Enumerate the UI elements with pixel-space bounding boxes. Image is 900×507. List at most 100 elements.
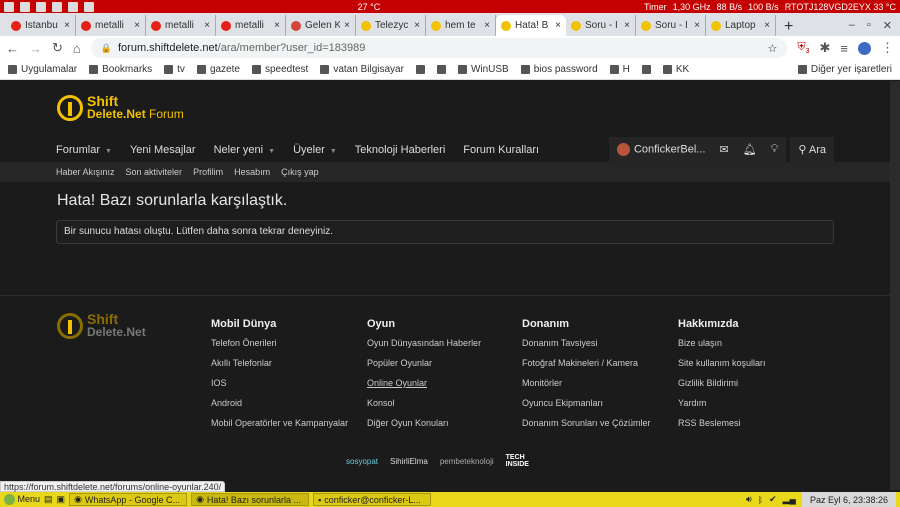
user-menu[interactable]: ConfickerBel...	[616, 143, 705, 156]
footer-link[interactable]: Mobil Operatörler ve Kampanyalar	[211, 418, 348, 428]
footer-link[interactable]: IOS	[211, 378, 348, 388]
clock[interactable]: Paz Eyl 6, 23:38:26	[801, 492, 896, 507]
tab[interactable]: Laptop ×	[706, 15, 776, 36]
media-icon[interactable]: ≡	[840, 41, 848, 56]
extension-shield-icon[interactable]: ⛨3	[797, 41, 809, 55]
footer-link[interactable]: Donanım Tavsiyesi	[522, 338, 651, 348]
footer-link[interactable]: Monitörler	[522, 378, 651, 388]
tab[interactable]: metalli ×	[76, 15, 146, 36]
new-tab-button[interactable]: +	[776, 18, 801, 36]
bookmark[interactable]: Uygulamalar	[8, 64, 77, 75]
subnav-link[interactable]: Profilim	[193, 167, 223, 177]
bookmark[interactable]: bios password	[520, 64, 598, 75]
footer-link[interactable]: RSS Beslemesi	[678, 418, 766, 428]
nav-item[interactable]: Forum Kuralları	[463, 144, 539, 156]
tab[interactable]: metalli ×	[216, 15, 286, 36]
terminal-icon[interactable]: ▣	[57, 494, 66, 505]
bookmark[interactable]: gazete	[196, 64, 240, 75]
tab[interactable]: Soru - I ×	[566, 15, 636, 36]
footer-link[interactable]: Bize ulaşın	[678, 338, 766, 348]
bookmark[interactable]: Bookmarks	[89, 64, 152, 75]
launcher-icon[interactable]	[4, 1, 14, 12]
volume-icon[interactable]: 🔊︎	[746, 494, 752, 505]
nav-item[interactable]: Yeni Mesajlar	[130, 144, 196, 156]
timer[interactable]: Timer	[644, 2, 667, 12]
footer-link[interactable]: Site kullanım koşulları	[678, 358, 766, 368]
other-bookmarks[interactable]: Diğer yer işaretleri	[797, 64, 892, 75]
url-input[interactable]: 🔒 forum.shiftdelete.net/ara/member?user_…	[90, 38, 788, 58]
scrollbar[interactable]	[890, 81, 900, 490]
task-forum[interactable]: ◉ Hata! Bazı sorunlarla ...	[191, 493, 310, 506]
footer-link[interactable]: Donanım Sorunları ve Çözümler	[522, 418, 651, 428]
footer-link[interactable]: Online Oyunlar	[367, 378, 481, 388]
close-icon[interactable]: ×	[274, 20, 280, 31]
menu-icon[interactable]: ⋮	[881, 40, 894, 56]
tab[interactable]: Telezyc ×	[356, 15, 426, 36]
launcher-icon[interactable]	[68, 1, 78, 12]
launcher-icon[interactable]	[20, 1, 30, 12]
close-icon[interactable]: ×	[64, 20, 70, 31]
site-logo[interactable]: Shift Delete.Net Forum	[57, 94, 184, 121]
footer-link[interactable]: Yardım	[678, 398, 766, 408]
task-terminal[interactable]: ▪ conficker@conficker-L...	[313, 493, 432, 506]
nav-item[interactable]: Neler yeni ▼	[214, 144, 275, 156]
back-icon[interactable]: ←	[6, 41, 19, 56]
reload-icon[interactable]: ↻	[52, 40, 63, 56]
close-icon[interactable]: ×	[134, 20, 140, 31]
bookmark[interactable]: WinUSB	[457, 64, 509, 75]
bell-icon[interactable]: 🔔︎	[743, 143, 757, 156]
files-icon[interactable]: ▤	[44, 494, 53, 505]
close-icon[interactable]: ×	[344, 20, 350, 31]
close-icon[interactable]: ×	[204, 20, 210, 31]
footer-link[interactable]: Popüler Oyunlar	[367, 358, 481, 368]
footer-link[interactable]: Fotoğraf Makineleri / Kamera	[522, 358, 651, 368]
close-icon[interactable]: ×	[555, 20, 561, 31]
minimize-icon[interactable]: –	[849, 19, 855, 32]
chevron-down-icon[interactable]: ▼	[268, 148, 275, 155]
footer-link[interactable]: Android	[211, 398, 348, 408]
extensions-puzzle-icon[interactable]: ✱	[820, 40, 831, 56]
partner-logo[interactable]: SihirliElma	[390, 457, 428, 466]
nav-item[interactable]: Teknoloji Haberleri	[355, 144, 446, 156]
footer-link[interactable]: Oyuncu Ekipmanları	[522, 398, 651, 408]
bookmark[interactable]	[436, 65, 446, 74]
footer-link[interactable]: Telefon Önerileri	[211, 338, 348, 348]
bookmark[interactable]: vatan Bilgisayar	[320, 64, 404, 75]
subnav-link[interactable]: Haber Akışınız	[56, 167, 115, 177]
launcher-icon[interactable]	[52, 1, 62, 12]
maximize-icon[interactable]: ▫	[867, 19, 871, 32]
subnav-link[interactable]: Son aktiviteler	[126, 167, 183, 177]
partner-logo[interactable]: sosyopat	[346, 457, 378, 466]
menu-button[interactable]: Menu	[4, 494, 40, 506]
close-icon[interactable]: ×	[414, 20, 420, 31]
footer-link[interactable]: Gizlilik Bildirimi	[678, 378, 766, 388]
tab[interactable]: Soru - I ×	[636, 15, 706, 36]
nav-item[interactable]: Forumlar ▼	[56, 144, 112, 156]
bluetooth-icon[interactable]: ᛒ	[758, 495, 763, 505]
forward-icon[interactable]: →	[29, 41, 42, 56]
close-icon[interactable]: ×	[484, 20, 490, 31]
subnav-link[interactable]: Hesabım	[234, 167, 270, 177]
close-icon[interactable]: ×	[764, 20, 770, 31]
partner-logo[interactable]: TECH INSIDE	[506, 454, 530, 468]
close-window-icon[interactable]: ✕	[883, 19, 892, 32]
bookmark[interactable]: tv	[164, 64, 185, 75]
search-button[interactable]: ⚲ Ara	[790, 137, 834, 162]
profile-avatar[interactable]	[858, 41, 871, 55]
bookmark[interactable]	[415, 65, 425, 74]
footer-link[interactable]: Konsol	[367, 398, 481, 408]
launcher-icon[interactable]	[36, 1, 46, 12]
bookmark[interactable]	[641, 65, 651, 74]
bulb-icon[interactable]: 💡︎	[771, 143, 779, 156]
tab[interactable]: İstanbu ×	[6, 15, 76, 36]
subnav-link[interactable]: Çıkış yap	[281, 167, 319, 177]
inbox-icon[interactable]: ✉	[719, 143, 728, 156]
bookmark[interactable]: speedtest	[251, 64, 308, 75]
network-icon[interactable]: ▂▄	[783, 494, 796, 505]
tab[interactable]: Hata! B ×	[496, 15, 566, 36]
footer-link[interactable]: Akıllı Telefonlar	[211, 358, 348, 368]
shield-icon[interactable]: ✔	[769, 494, 777, 505]
footer-link[interactable]: Oyun Dünyasından Haberler	[367, 338, 481, 348]
nav-item[interactable]: Üyeler ▼	[293, 144, 337, 156]
task-whatsapp[interactable]: ◉ WhatsApp - Google C...	[69, 493, 188, 506]
